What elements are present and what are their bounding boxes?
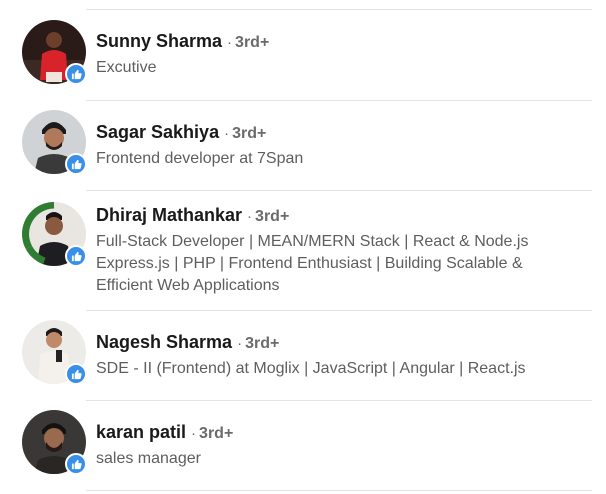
name-line: Sunny Sharma · 3rd+ xyxy=(96,30,586,54)
person-headline: Excutive xyxy=(96,57,586,79)
divider xyxy=(86,9,592,10)
avatar[interactable] xyxy=(22,110,87,175)
like-icon xyxy=(65,363,87,385)
avatar[interactable] xyxy=(22,410,87,475)
divider xyxy=(86,100,592,101)
reactions-list: Sunny Sharma · 3rd+ Excutive Sagar Sakhi… xyxy=(0,0,606,494)
headline-line: sales manager xyxy=(96,450,201,467)
headline-line: Excutive xyxy=(96,59,157,76)
divider xyxy=(86,310,592,311)
connection-degree: 3rd+ xyxy=(235,34,270,51)
separator: · xyxy=(227,34,233,51)
headline-line: Express.js | PHP | Frontend Enthusiast |… xyxy=(96,255,523,272)
separator: · xyxy=(224,125,230,142)
name-line: Dhiraj Mathankar · 3rd+ xyxy=(96,204,586,228)
connection-degree: 3rd+ xyxy=(199,425,234,442)
like-icon xyxy=(65,63,87,85)
person-name[interactable]: Sunny Sharma xyxy=(96,31,222,51)
divider xyxy=(86,190,592,191)
separator: · xyxy=(247,208,253,225)
avatar[interactable] xyxy=(22,202,87,267)
divider xyxy=(86,400,592,401)
headline-line: SDE - II (Frontend) at Moglix | JavaScri… xyxy=(96,360,526,377)
name-line: Sagar Sakhiya · 3rd+ xyxy=(96,121,586,145)
headline-line: Full-Stack Developer | MEAN/MERN Stack |… xyxy=(96,233,529,250)
person-headline: Frontend developer at 7Span xyxy=(96,148,586,170)
connection-degree: 3rd+ xyxy=(255,208,290,225)
connection-degree: 3rd+ xyxy=(245,335,280,352)
separator: · xyxy=(191,425,197,442)
avatar[interactable] xyxy=(22,320,87,385)
divider xyxy=(86,490,592,491)
person-name[interactable]: Dhiraj Mathankar xyxy=(96,205,242,225)
avatar[interactable] xyxy=(22,20,87,85)
headline-line: Frontend developer at 7Span xyxy=(96,150,304,167)
person-headline: Full-Stack Developer | MEAN/MERN Stack |… xyxy=(96,231,586,297)
like-icon xyxy=(65,245,87,267)
name-line: karan patil · 3rd+ xyxy=(96,421,586,445)
headline-line: Efficient Web Applications xyxy=(96,277,280,294)
name-line: Nagesh Sharma · 3rd+ xyxy=(96,331,586,355)
separator: · xyxy=(237,335,243,352)
person-name[interactable]: Nagesh Sharma xyxy=(96,332,232,352)
like-icon xyxy=(65,453,87,475)
person-headline: sales manager xyxy=(96,448,586,470)
connection-degree: 3rd+ xyxy=(232,125,267,142)
like-icon xyxy=(65,153,87,175)
person-headline: SDE - II (Frontend) at Moglix | JavaScri… xyxy=(96,358,586,380)
person-name[interactable]: karan patil xyxy=(96,422,186,442)
person-name[interactable]: Sagar Sakhiya xyxy=(96,122,219,142)
